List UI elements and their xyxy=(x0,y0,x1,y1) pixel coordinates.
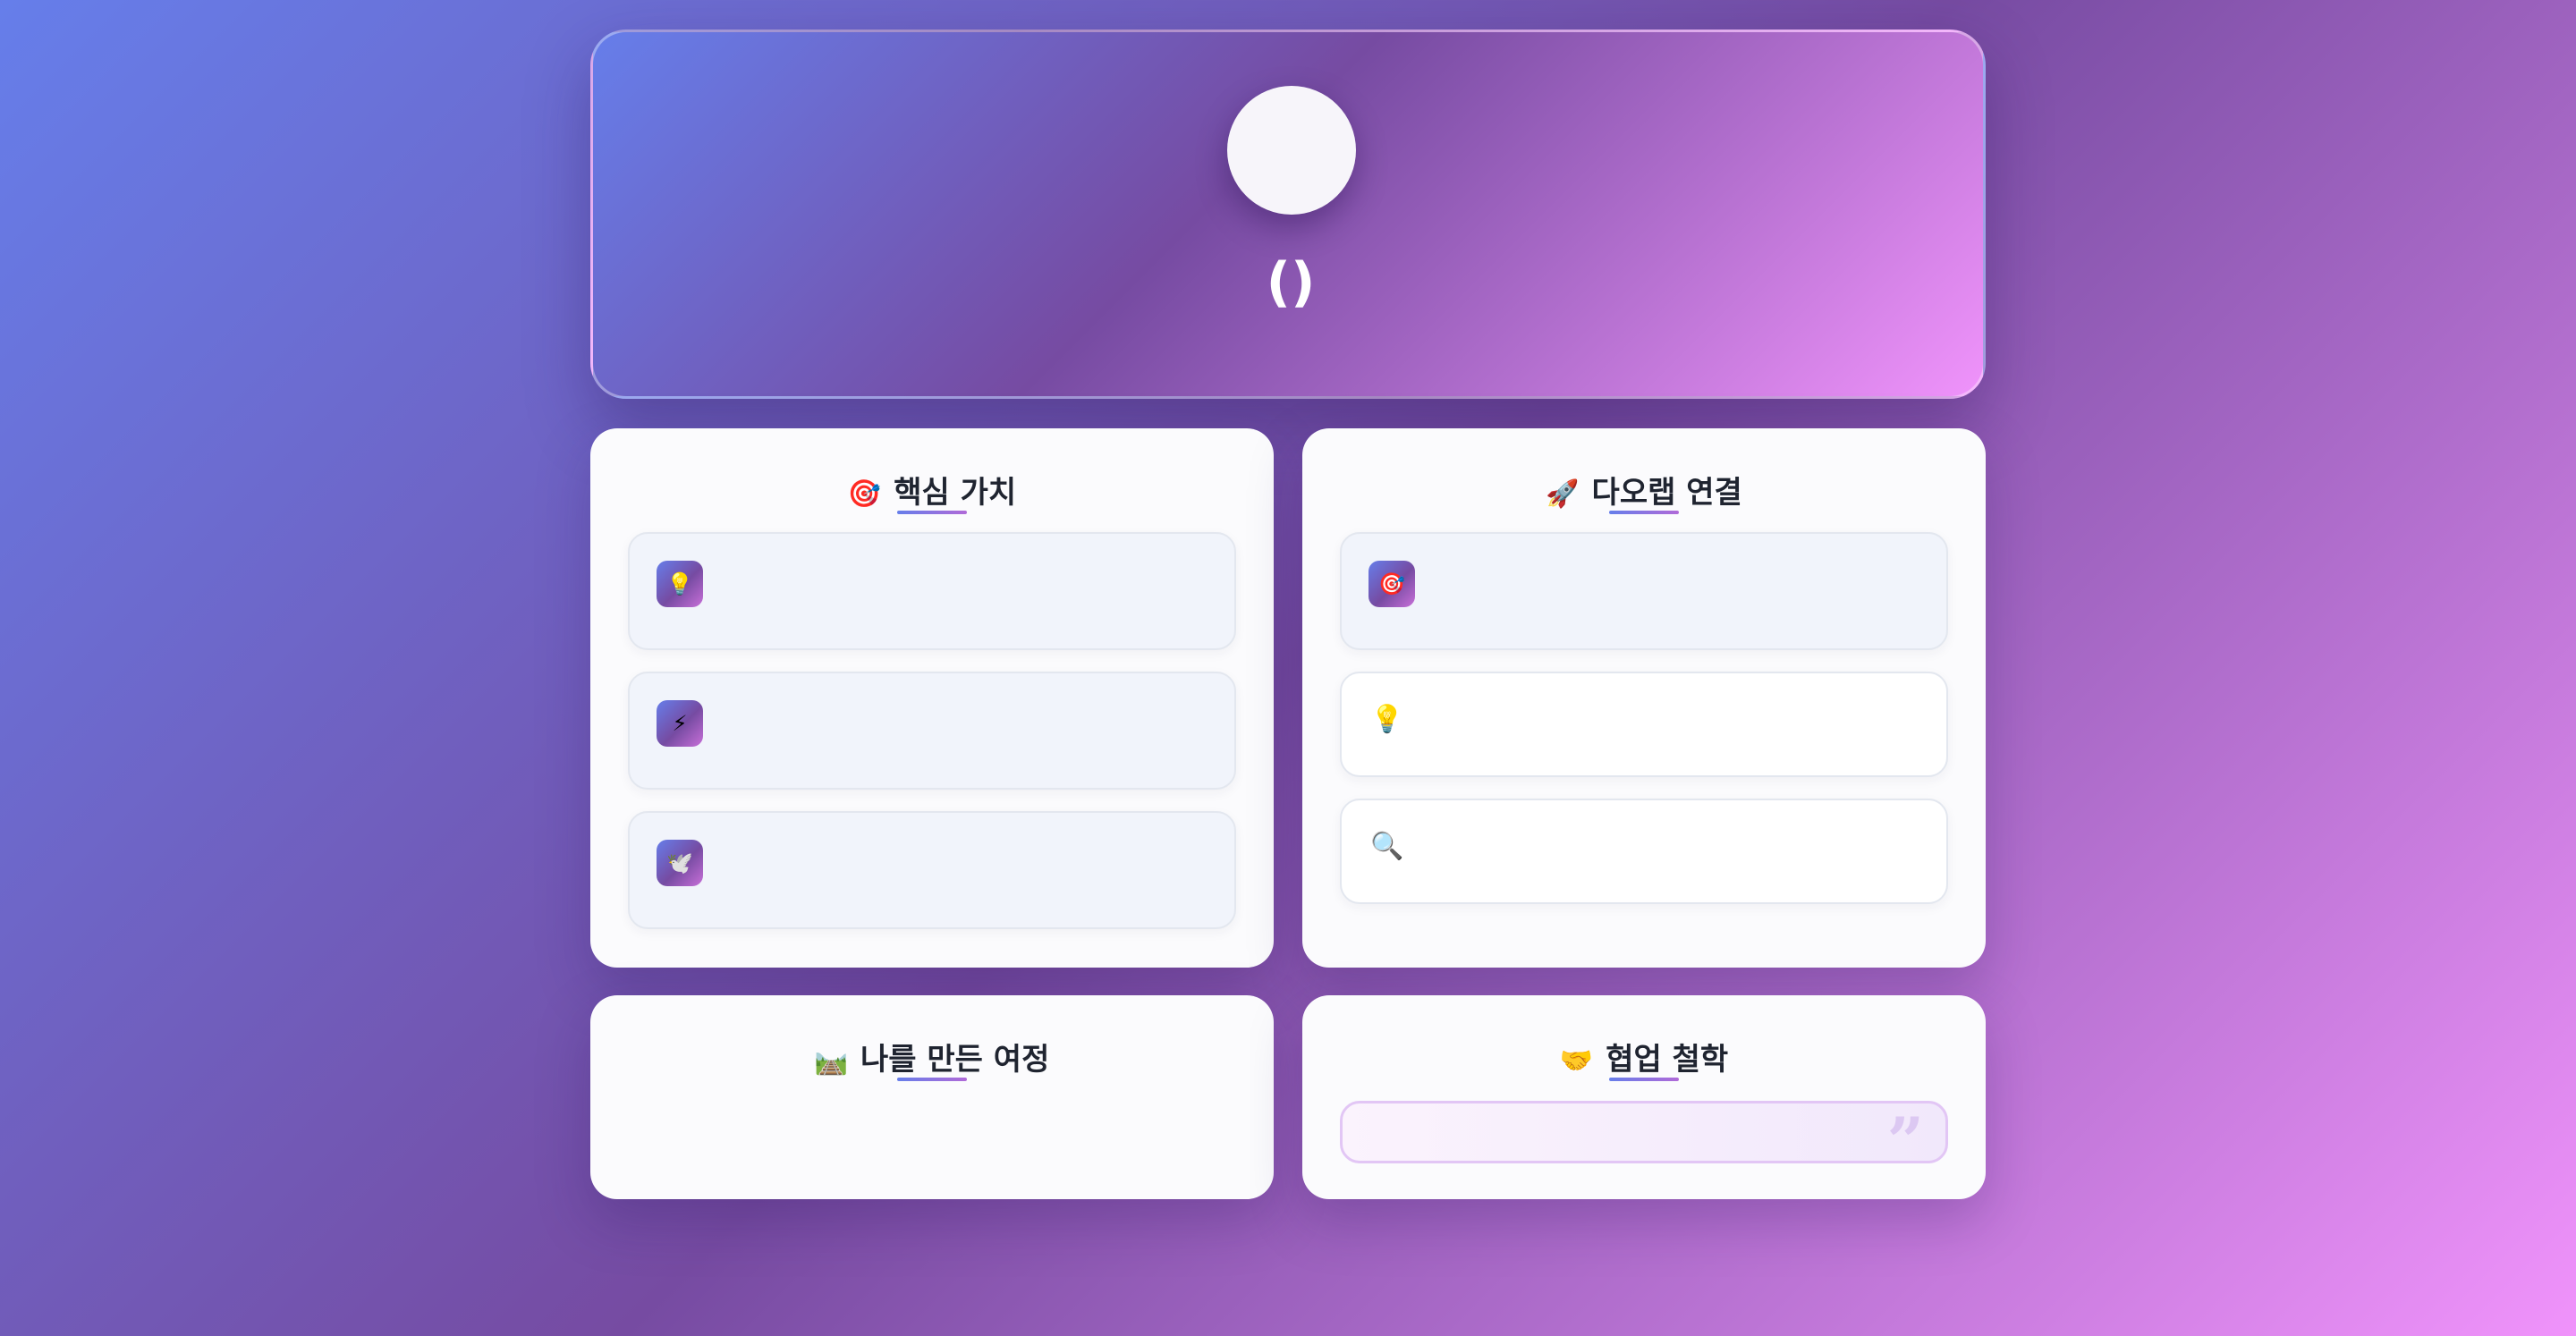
collaboration-title-row: 🤝 협업 철학 xyxy=(1302,1038,1986,1083)
daoraep-title-row: 🚀 다오랩 연결 xyxy=(1302,471,1986,516)
journey-title-row: 🛤️ 나를 만든 여정 xyxy=(590,1038,1274,1083)
rocket-icon: 🚀 xyxy=(1546,478,1580,510)
target-icon: 🎯 xyxy=(1368,561,1415,607)
daoraep-connection-card: 🚀 다오랩 연결 🎯 💡 🔍 xyxy=(1302,428,1986,968)
lightning-icon: ⚡ xyxy=(657,700,703,747)
quote-icon: ” xyxy=(1886,1103,1924,1179)
core-values-title-row: 🎯 핵심 가치 xyxy=(590,471,1274,516)
philosophy-quote: ” xyxy=(1340,1101,1948,1173)
title-underline xyxy=(897,511,967,514)
collaboration-title: 협업 철학 xyxy=(1606,1042,1729,1078)
magnifier-icon: 🔍 xyxy=(1370,831,1404,862)
connection-item: 🔍 xyxy=(1340,799,1948,904)
dove-icon: 🕊️ xyxy=(657,840,703,886)
title-underline xyxy=(1609,1078,1679,1081)
core-value-item: ⚡ xyxy=(628,672,1236,790)
core-values-card: 🎯 핵심 가치 💡 ⚡ 🕊️ xyxy=(590,428,1274,968)
title-underline xyxy=(897,1078,967,1081)
connection-item: 🎯 xyxy=(1340,532,1948,650)
lightbulb-icon: 💡 xyxy=(1370,704,1404,735)
avatar xyxy=(1227,86,1356,215)
connection-item: 💡 xyxy=(1340,672,1948,777)
collaboration-card: 🤝 협업 철학 ” xyxy=(1302,995,1986,1199)
core-value-item: 💡 xyxy=(628,532,1236,650)
lightbulb-icon: 💡 xyxy=(657,561,703,607)
target-icon: 🎯 xyxy=(847,478,882,510)
profile-name: () xyxy=(1266,251,1316,314)
handshake-icon: 🤝 xyxy=(1559,1045,1594,1077)
core-value-item: 🕊️ xyxy=(628,811,1236,929)
daoraep-title: 다오랩 연결 xyxy=(1591,475,1742,511)
profile-header: () xyxy=(590,30,1986,399)
journey-card: 🛤️ 나를 만든 여정 xyxy=(590,995,1274,1199)
journey-title: 나를 만든 여정 xyxy=(860,1042,1050,1078)
core-values-title: 핵심 가치 xyxy=(894,475,1017,511)
title-underline xyxy=(1609,511,1679,514)
railway-icon: 🛤️ xyxy=(814,1045,848,1077)
